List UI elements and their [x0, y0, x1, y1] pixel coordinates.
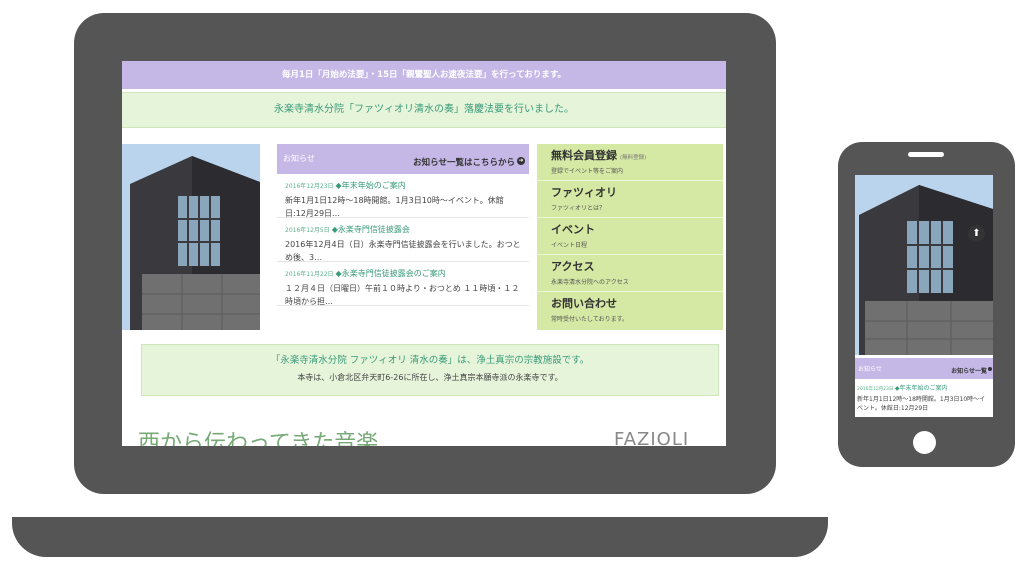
menu-label: 無料会員登録	[551, 149, 617, 162]
mobile-news-header: お知らせ お知らせ一覧	[855, 358, 993, 379]
news-excerpt: １２月４日（日曜日）午前１０時より・おつとめ １１時頃・１２時頃から担…	[285, 284, 520, 306]
building-photo	[122, 144, 260, 330]
phone-speaker	[908, 152, 944, 157]
info-title: 「永楽寺清水分院 ファツィオリ 清水の奏」は、浄土真宗の宗教施設です。	[270, 355, 590, 366]
phone-screen: ⬆ お知らせ お知らせ一覧 2016年12月23日 ◆年末年始のご案内 新年1月…	[855, 175, 993, 417]
menu-item-event[interactable]: イベント イベント日程	[537, 218, 723, 255]
news-date: 2016年12月23日	[857, 387, 894, 392]
news-title[interactable]: ◆年末年始のご案内	[336, 181, 406, 190]
laptop-base	[12, 517, 828, 557]
arrow-right-icon[interactable]	[988, 367, 992, 371]
menu-label: ファツィオリ	[551, 186, 617, 199]
news-header: お知らせ お知らせ一覧はこちらから ➜	[277, 144, 529, 174]
laptop-screen: 毎月1日「月始め法要」・15日「親鸞聖人お逮夜法要」を行っております。 永楽寺清…	[122, 61, 726, 446]
news-excerpt: 新年1月1日12時〜18時開館。1月3日10時〜イベント。休館日:12月29日…	[285, 196, 504, 218]
news-date: 2016年12月23日	[285, 183, 334, 190]
news-excerpt: 新年1月1日12時〜18時開館。1月3日10時〜イベント。休館日:12月29日	[857, 396, 986, 412]
info-box: 「永楽寺清水分院 ファツィオリ 清水の奏」は、浄土真宗の宗教施設です。 本寺は、…	[141, 344, 719, 396]
menu-sub: イベント日程	[551, 242, 588, 249]
menu-label: アクセス	[551, 260, 595, 273]
news-date: 2016年11月22日	[285, 271, 334, 278]
news-item[interactable]: 2016年12月23日 ◆年末年始のご案内 新年1月1日12時〜18時開館。1月3…	[277, 174, 529, 218]
menu-sub: 永楽寺清水分院へのアクセス	[551, 279, 629, 286]
news-section: お知らせ お知らせ一覧はこちらから ➜ 2016年12月23日 ◆年末年始のご案内…	[277, 144, 529, 330]
menu-item-access[interactable]: アクセス 永楽寺清水分院へのアクセス	[537, 255, 723, 292]
news-item[interactable]: 2016年11月22日 ◆永楽寺門信徒披露会のご案内 １２月４日（日曜日）午前１０…	[277, 262, 529, 306]
news-title[interactable]: ◆永楽寺門信徒披露会のご案内	[336, 269, 446, 278]
news-title[interactable]: ◆永楽寺門信徒披露会	[332, 225, 410, 234]
menu-item-register[interactable]: 無料会員登録 (無料登録) 登録でイベント等をご案内	[537, 144, 723, 181]
news-title[interactable]: ◆年末年始のご案内	[895, 385, 948, 392]
news-excerpt: 2016年12月4日（日）永楽寺門信徒披露会を行いました。おつとめ後、3…	[285, 240, 521, 262]
news-item[interactable]: 2016年12月5日 ◆永楽寺門信徒披露会 2016年12月4日（日）永楽寺門信徒…	[277, 218, 529, 262]
menu-item-fazioli[interactable]: ファツィオリ ファツィオリとは？	[537, 181, 723, 218]
menu-label: イベント	[551, 223, 595, 236]
promo-banner[interactable]: 西から伝わってきた音楽 FAZIOLI	[122, 413, 726, 446]
side-menu: 無料会員登録 (無料登録) 登録でイベント等をご案内 ファツィオリ ファツィオリと…	[537, 144, 723, 330]
menu-sub: ファツィオリとは？	[551, 205, 606, 212]
menu-label: お問い合わせ	[551, 297, 617, 310]
news-list-link[interactable]: お知らせ一覧はこちらから	[413, 156, 515, 168]
arrow-right-icon[interactable]: ➜	[517, 157, 525, 165]
mobile-news-item[interactable]: 2016年12月23日 ◆年末年始のご案内 新年1月1日12時〜18時開館。1月…	[857, 383, 991, 413]
info-sub: 本寺は、小倉北区弁天町6-26に所在し、浄土真宗本願寺派の永楽寺です。	[297, 373, 563, 382]
announcement-banner[interactable]: 永楽寺清水分院「ファツィオリ清水の奏」落慶法要を行いました。	[122, 92, 726, 128]
menu-item-contact[interactable]: お問い合わせ 常時受付いたしております。	[537, 292, 723, 329]
banner-heading: 西から伝わってきた音楽	[138, 431, 379, 446]
menu-sub: 常時受付いたしております。	[551, 316, 629, 323]
scroll-up-icon[interactable]: ⬆	[968, 225, 985, 242]
mobile-news-list-link[interactable]: お知らせ一覧	[951, 366, 987, 375]
menu-sub: 登録でイベント等をご案内	[551, 168, 624, 175]
mobile-news-heading: お知らせ	[858, 366, 882, 373]
menu-note: (無料登録)	[620, 155, 647, 161]
news-heading: お知らせ	[283, 154, 315, 163]
building-photo-mobile: ⬆	[855, 175, 993, 355]
news-date: 2016年12月5日	[285, 227, 330, 234]
phone-home-button[interactable]	[913, 431, 936, 454]
fazioli-logo: FAZIOLI	[614, 429, 690, 446]
service-notice-bar: 毎月1日「月始め法要」・15日「親鸞聖人お逮夜法要」を行っております。	[122, 61, 726, 89]
